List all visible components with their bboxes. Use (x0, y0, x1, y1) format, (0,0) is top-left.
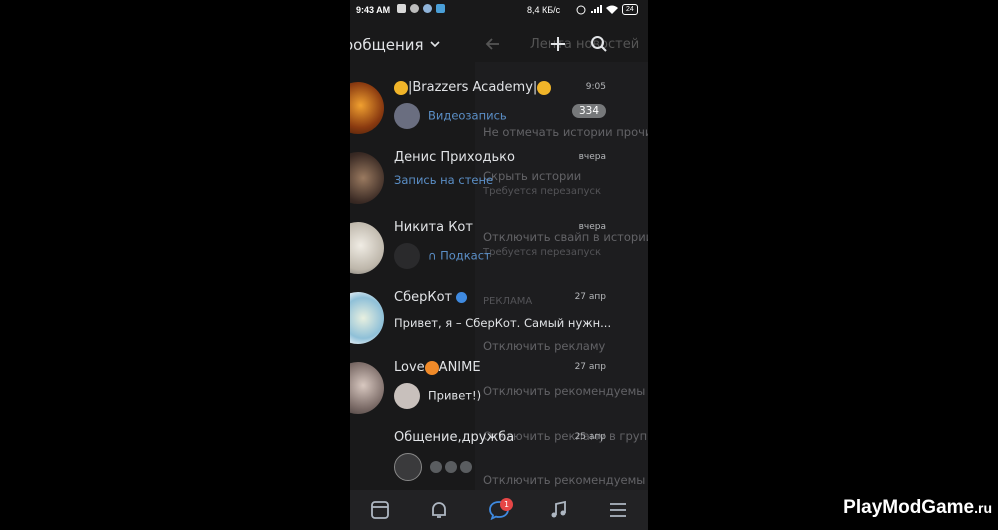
chat-icon (423, 4, 432, 13)
chat-title: Общение,дружба (394, 430, 515, 445)
chat-time: 27 апр (574, 362, 606, 372)
sender-avatar (394, 103, 420, 129)
chat-title: СберКот (394, 290, 468, 305)
chat-time: 27 апр (574, 292, 606, 302)
chat-preview: Привет!) (394, 383, 481, 409)
tab-messages[interactable]: 1 (479, 490, 519, 530)
chat-title: Love ANIME (394, 360, 481, 375)
tab-menu[interactable] (598, 490, 638, 530)
search-icon[interactable] (590, 35, 608, 53)
chat-preview (394, 453, 475, 481)
smile-emoji-icon (394, 80, 408, 95)
status-bar: 9:43 AM 8,4 КБ/с 24 (350, 0, 648, 20)
chat-item[interactable]: СберКот 27 апр Привет, я – СберКот. Самы… (350, 280, 648, 350)
tab-music[interactable] (539, 490, 579, 530)
network-speed: 8,4 КБ/с (527, 5, 561, 15)
verified-icon (456, 292, 468, 303)
sender-avatar (394, 453, 422, 481)
avatar (350, 82, 384, 134)
mail-icon (397, 4, 406, 13)
bell-icon (432, 502, 447, 518)
status-time: 9:43 AM (356, 5, 391, 15)
section-title[interactable]: ообщения (350, 36, 424, 54)
avatar (350, 222, 384, 274)
chat-preview: Запись на стене (394, 173, 494, 187)
alarm-icon (576, 5, 586, 14)
messages-badge: 1 (499, 498, 513, 511)
podcast-icon: ∩ (428, 248, 441, 263)
music-note-icon (551, 500, 566, 518)
notification-icons (397, 4, 445, 13)
chat-item[interactable]: Общение,дружба 25 апр (350, 420, 648, 490)
member-avatar (430, 461, 442, 473)
member-avatar (445, 461, 457, 473)
sender-avatar (394, 243, 420, 269)
signal-icon (591, 5, 602, 13)
chat-item[interactable]: Никита Кот вчера ∩ Подкаст (350, 210, 648, 280)
avatar (350, 292, 384, 344)
sender-avatar (394, 383, 420, 409)
smile-emoji-icon (537, 80, 552, 95)
battery-indicator: 24 (622, 4, 638, 15)
image-icon (436, 4, 445, 13)
chat-item[interactable]: Love ANIME 27 апр Привет!) (350, 350, 648, 420)
top-bar: ообщения Лента новостей (350, 28, 648, 62)
newsfeed-icon (370, 501, 389, 519)
avatar (350, 362, 384, 414)
back-arrow-icon[interactable] (485, 36, 501, 52)
chat-preview: ∩ Подкаст (394, 243, 491, 269)
chat-preview: Видеозапись (394, 103, 507, 129)
avatar (350, 152, 384, 204)
chat-title: |Brazzers Academy| (394, 80, 552, 95)
chevron-down-icon[interactable] (430, 40, 440, 48)
chat-time: 25 апр (574, 432, 606, 442)
watermark: PlayModGame.ru (843, 497, 992, 518)
phone-screen: 9:43 AM 8,4 КБ/с 24 ообщения Лента новос… (350, 0, 648, 530)
chat-item[interactable]: Денис Приходько вчера Запись на стене (350, 140, 648, 210)
plus-icon[interactable] (549, 35, 567, 53)
cat-icon (410, 4, 419, 13)
bottom-tab-bar: 1 (350, 490, 648, 530)
system-icons: 24 (576, 4, 638, 15)
chat-preview: Привет, я – СберКот. Самый нужн... (394, 316, 612, 330)
chat-time: 9:05 (585, 82, 606, 92)
chat-title: Никита Кот (394, 220, 473, 235)
news-feed-title: Лента новостей (530, 37, 640, 52)
chat-item[interactable]: |Brazzers Academy| 9:05 Видеозапись 334 (350, 70, 648, 140)
unread-badge: 334 (571, 104, 606, 118)
wifi-icon (606, 5, 618, 14)
chat-title: Денис Приходько (394, 150, 515, 165)
chat-time: вчера (578, 222, 606, 232)
hamburger-icon (610, 503, 627, 517)
member-avatar (460, 461, 472, 473)
tab-notifications[interactable] (419, 490, 459, 530)
tab-newsfeed[interactable] (360, 490, 400, 530)
chat-time: вчера (578, 152, 606, 162)
heart-emoji-icon (424, 360, 439, 375)
